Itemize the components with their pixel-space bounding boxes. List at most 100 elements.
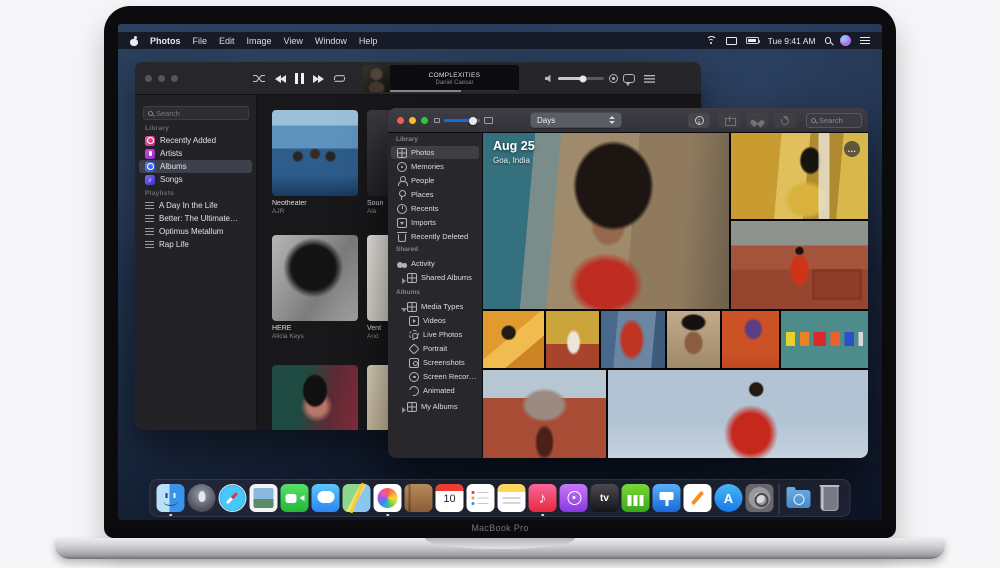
dock-numbers[interactable] [622, 484, 650, 514]
photos-search-input[interactable] [819, 116, 857, 125]
photo-purple-pants[interactable] [722, 311, 779, 368]
sidebar-item-recents[interactable]: Recents [391, 202, 479, 215]
now-playing-lcd[interactable]: COMPLEXITIES Daniel Caesar [363, 65, 519, 92]
battery-icon[interactable] [746, 37, 759, 44]
sidebar-item-artists[interactable]: Artists [139, 147, 252, 160]
dock-pages[interactable] [684, 484, 712, 514]
dock-calendar[interactable]: 10 [436, 484, 464, 514]
next-icon[interactable] [313, 75, 324, 83]
sidebar-item-people[interactable]: People [391, 174, 479, 187]
photo-man-portrait[interactable] [667, 311, 720, 368]
sidebar-item-imports[interactable]: Imports [391, 216, 479, 229]
apple-menu-icon[interactable] [130, 36, 138, 46]
menu-window[interactable]: Window [315, 36, 347, 46]
sidebar-item-recently-deleted[interactable]: Recently Deleted [391, 230, 479, 243]
close-button[interactable] [397, 117, 404, 124]
view-selector-dropdown[interactable]: Days [530, 112, 622, 128]
lyrics-bubble-icon[interactable] [623, 74, 635, 83]
sidebar-item-screenshots[interactable]: Screenshots [391, 356, 479, 369]
dock-photos[interactable] [374, 484, 402, 514]
airplay-audio-icon[interactable] [609, 74, 618, 83]
sidebar-item-places[interactable]: Places [391, 188, 479, 201]
photo-clothesline[interactable] [781, 311, 868, 368]
album-title[interactable]: HERE [272, 325, 358, 332]
dock-contacts[interactable] [405, 484, 433, 514]
minimize-button[interactable] [158, 75, 165, 82]
screen-mirroring-icon[interactable] [726, 37, 737, 45]
dock-music[interactable]: ♪ [529, 484, 557, 514]
info-button[interactable] [688, 113, 710, 128]
sidebar-item-albums[interactable]: Albums [139, 160, 252, 173]
sidebar-item-media-types[interactable]: Media Types [391, 300, 479, 313]
music-search-field[interactable] [143, 106, 249, 120]
up-next-icon[interactable] [644, 75, 655, 83]
album-title[interactable]: Neotheater [272, 200, 358, 207]
dock-messages[interactable] [312, 484, 340, 514]
dock-facetime[interactable] [281, 484, 309, 514]
dock-launchpad[interactable] [188, 484, 216, 514]
favorite-button[interactable] [746, 113, 768, 128]
dock-reminders[interactable] [467, 484, 495, 514]
sidebar-item-recently-added[interactable]: Recently Added [139, 134, 252, 147]
playlist-optimus-metallum[interactable]: Optimus Metallum [139, 225, 252, 238]
photo-red-sari-blue[interactable] [601, 311, 665, 368]
sidebar-item-my-albums[interactable]: My Albums [391, 400, 479, 413]
volume-slider[interactable] [558, 77, 604, 80]
rotate-button[interactable] [774, 113, 796, 128]
dock-app-store[interactable]: A [715, 484, 743, 514]
zoom-button[interactable] [171, 75, 178, 82]
playlist-rap-life[interactable]: Rap Life [139, 238, 252, 251]
share-button[interactable] [718, 113, 740, 128]
dock-tv[interactable]: tv [591, 484, 619, 514]
zoom-button[interactable] [421, 117, 428, 124]
wifi-icon[interactable] [706, 36, 717, 45]
photos-search-field[interactable] [806, 113, 862, 128]
menu-clock[interactable]: Tue 9:41 AM [768, 36, 816, 46]
music-search-input[interactable] [156, 109, 244, 118]
sidebar-item-portrait[interactable]: Portrait [391, 342, 479, 355]
photo-orange-headscarf[interactable] [483, 311, 544, 368]
sidebar-item-live-photos[interactable]: Live Photos [391, 328, 479, 341]
dock-keynote[interactable] [653, 484, 681, 514]
pause-icon[interactable] [295, 73, 304, 84]
menu-edit[interactable]: Edit [219, 36, 235, 46]
sidebar-item-memories[interactable]: Memories [391, 160, 479, 173]
playlist-better-the-ultimate[interactable]: Better: The Ultimate… [139, 212, 252, 225]
sidebar-item-songs[interactable]: ♪Songs [139, 173, 252, 186]
sidebar-item-screen-recordings[interactable]: Screen Recor… [391, 370, 479, 383]
sidebar-item-activity[interactable]: Activity [391, 257, 479, 270]
dock-notes[interactable] [498, 484, 526, 514]
zoom-slider-knob[interactable] [469, 117, 477, 125]
dock-trash[interactable] [816, 484, 844, 514]
album-art-here[interactable] [272, 235, 358, 321]
playlist-a-day-in-the-life[interactable]: A Day In the Life [139, 199, 252, 212]
menu-app-name[interactable]: Photos [150, 36, 181, 46]
photo-dancer-red-sky[interactable] [608, 370, 868, 458]
zoom-slider[interactable] [444, 119, 480, 122]
shuffle-icon[interactable] [253, 74, 266, 83]
dock-safari[interactable] [219, 484, 247, 514]
notification-center-icon[interactable] [860, 37, 870, 45]
spotlight-icon[interactable] [825, 37, 832, 44]
photo-dancer-white[interactable] [546, 311, 599, 368]
progress-bar[interactable] [390, 90, 519, 92]
dock-system-preferences[interactable] [746, 484, 774, 514]
menu-file[interactable]: File [193, 36, 208, 46]
sidebar-item-animated[interactable]: Animated [391, 384, 479, 397]
photo-monument[interactable] [483, 370, 606, 458]
album-art-neotheater[interactable] [272, 110, 358, 196]
dock-finder[interactable] [157, 484, 185, 514]
minimize-button[interactable] [409, 117, 416, 124]
dock-preview[interactable] [250, 484, 278, 514]
menu-help[interactable]: Help [359, 36, 378, 46]
album-art-duotone[interactable] [272, 365, 358, 430]
menu-view[interactable]: View [284, 36, 303, 46]
album-artist[interactable]: Alicia Keys [272, 333, 358, 340]
dock-podcasts[interactable] [560, 484, 588, 514]
sidebar-item-videos[interactable]: Videos [391, 314, 479, 327]
previous-icon[interactable] [275, 75, 286, 83]
repeat-icon[interactable] [333, 74, 346, 83]
dock-downloads[interactable] [785, 484, 813, 514]
sidebar-item-shared-albums[interactable]: Shared Albums [391, 271, 479, 284]
more-options-button[interactable]: … [844, 141, 860, 157]
